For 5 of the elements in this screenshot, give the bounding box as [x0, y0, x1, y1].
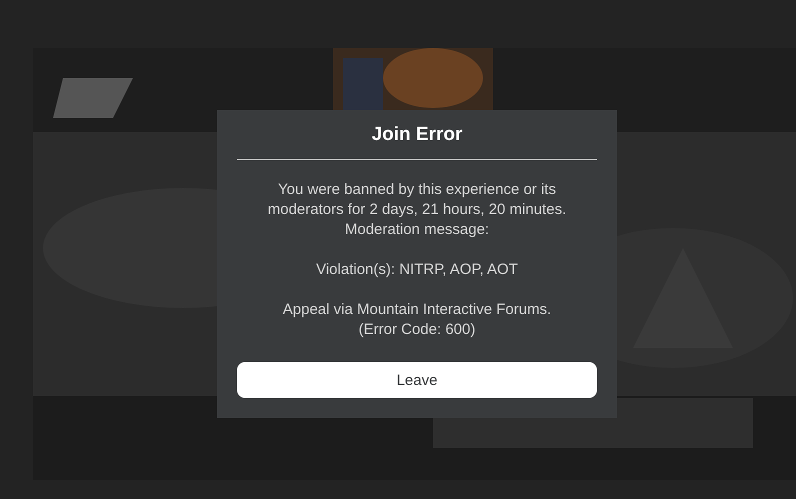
message-text: Violation(s): NITRP, AOP, AOT: [316, 260, 518, 280]
leave-button[interactable]: Leave: [237, 362, 597, 398]
message-text: Appeal via Mountain Interactive Forums. (Error Code: 600): [282, 300, 552, 340]
dialog-title: Join Error: [372, 123, 462, 147]
message-text: You were banned by this experience or its moderators for 2 days, 21 hours, 20 minutes. Moderation message:: [268, 180, 566, 240]
